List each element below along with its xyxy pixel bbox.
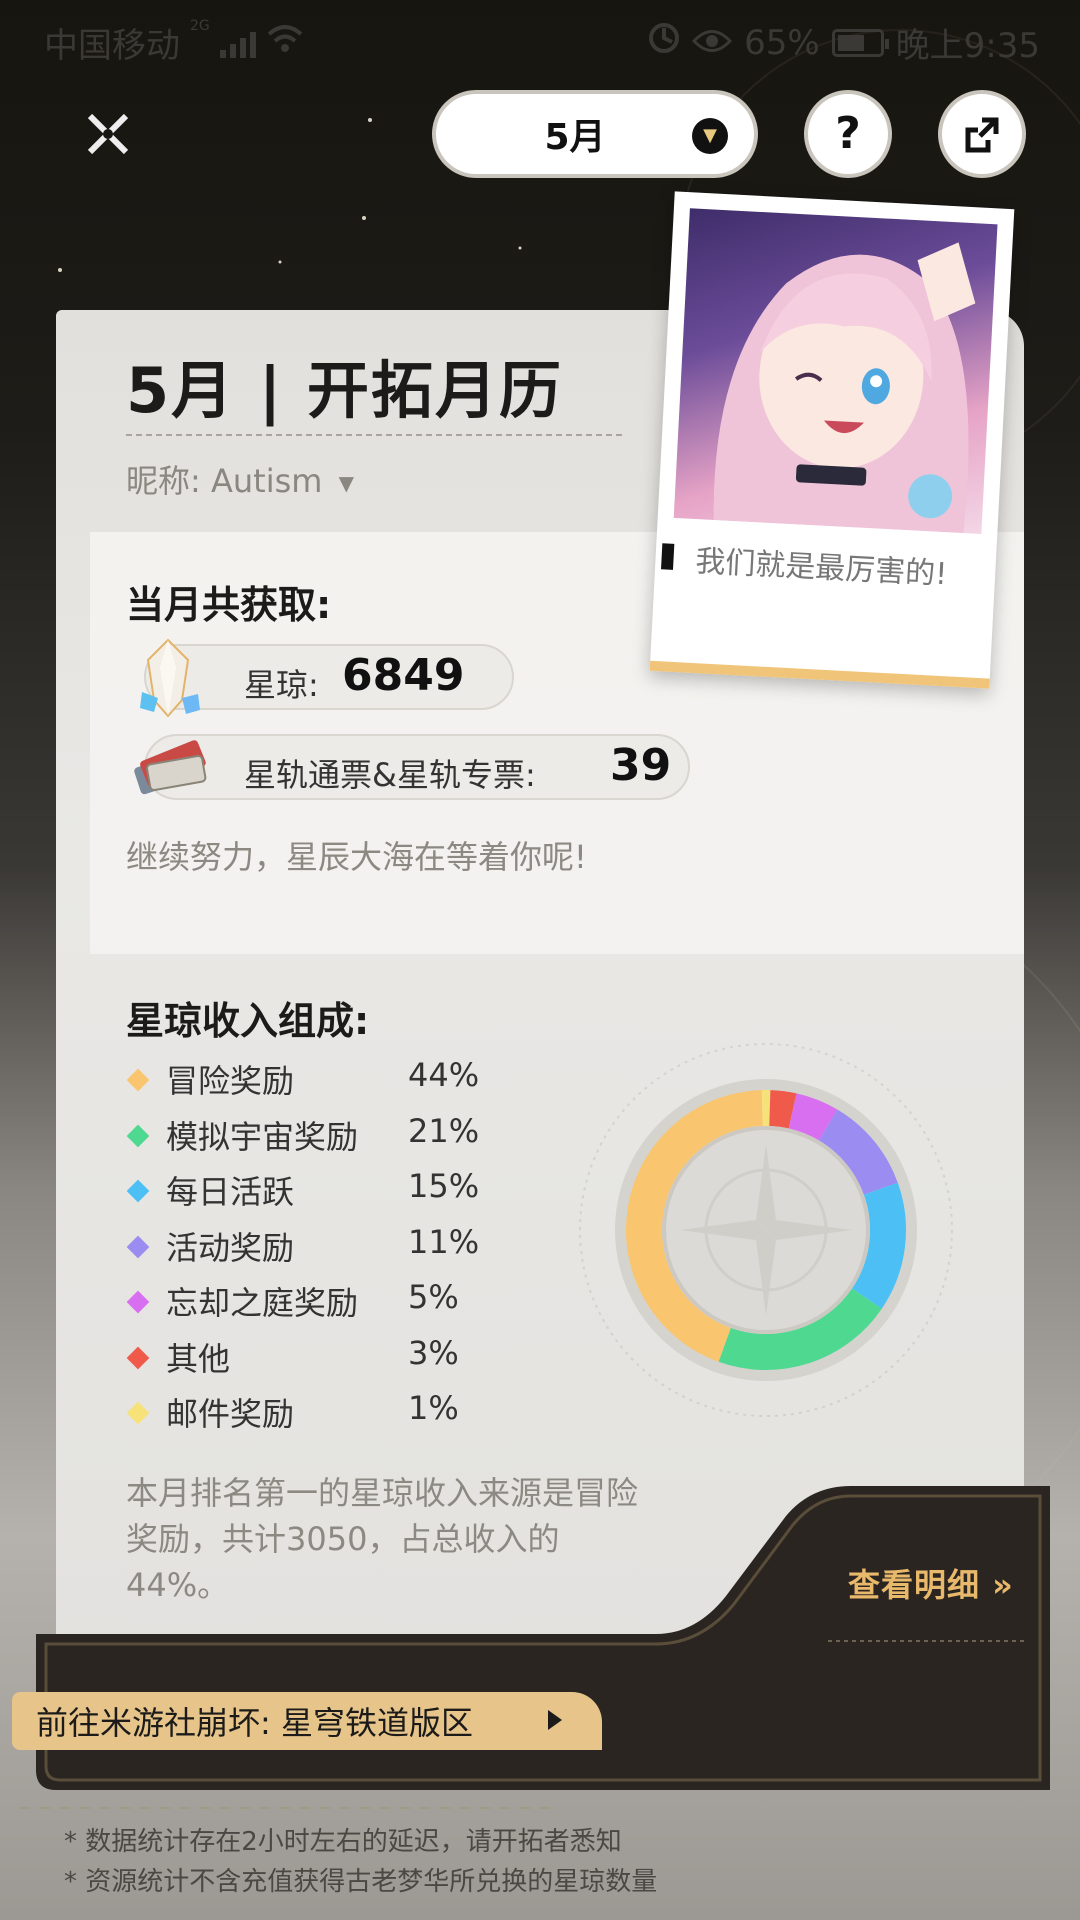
legend-swatch [126,1235,150,1258]
data-saver-icon [648,22,680,63]
month-selector-label: 5月 [544,117,606,158]
footnote-exclusion: * 资源统计不含充值获得古老梦华所兑换的星琼数量 [64,1867,658,1897]
carrier-text: 中国移动 [44,26,180,66]
play-arrow-icon [548,1710,562,1730]
battery-icon [831,28,889,57]
legend-label: 邮件奖励 [166,1395,295,1433]
legend-label: 活动奖励 [166,1228,295,1267]
footnote-delay: * 数据统计存在2小时左右的延迟，请开拓者悉知 [64,1827,622,1857]
signal-icon [219,28,256,58]
goto-forum-label: 前往米游社崩坏: 星穹铁道版区 [36,1704,473,1742]
nickname-label: 昵称: [126,462,201,500]
donut-svg [579,1043,953,1417]
legend-swatch [126,1179,150,1203]
legend-item: 忘却之庭奖励 5% [126,1276,526,1332]
details-divider [828,1640,1024,1642]
donut-slice [851,1182,906,1309]
goto-forum-button[interactable]: 前往米游社崩坏: 星穹铁道版区 [12,1692,602,1750]
legend-item: 活动奖励 11% [126,1221,526,1277]
legend-percent: 11% [408,1222,480,1261]
caption-marker [661,543,675,570]
stellar-jade-value: 6849 [342,650,465,701]
legend-item: 每日活跃 15% [126,1165,526,1221]
rail-pass-pill: 星轨通票&星轨专票: 39 [134,734,690,800]
chevron-down-icon: ▼ [692,118,728,154]
stellar-jade-pill: 星琼: 6849 [140,638,514,718]
rail-pass-label: 星轨通票&星轨专票: [244,756,536,794]
legend-label: 每日活跃 [166,1173,295,1211]
clock-time: 晚上9:35 [895,26,1040,66]
caret-down-icon: ▼ [338,471,354,495]
legend-swatch [126,1401,150,1425]
question-icon: ? [835,108,861,159]
legend-label: 其他 [166,1339,231,1378]
donut-slice [788,1093,838,1141]
legend-percent: 3% [408,1333,459,1372]
nickname-selector[interactable]: 昵称: Autism ▼ [126,456,354,502]
wifi-icon [266,23,304,63]
share-icon [965,117,999,153]
legend-item: 冒险奖励 44% [126,1054,526,1110]
eye-comfort-icon [691,23,733,63]
legend-swatch [126,1290,150,1314]
stellar-jade-label: 星琼: [244,666,319,704]
chart-legend: 冒险奖励 44% 模拟宇宙奖励 21% 每日活跃 15% 活动奖励 11% 忘却之庭奖励 5% 其他… [126,1054,526,1443]
legend-swatch [126,1068,150,1092]
status-bar: 中国移动 2G 65% 晚上9:35 [0,0,1080,76]
income-heading: 当月共获取: [126,583,332,627]
legend-label: 忘却之庭奖励 [166,1284,359,1322]
legend-item: 模拟宇宙奖励 21% [126,1110,526,1166]
rail-pass-icon [134,740,207,795]
rail-pass-value: 39 [610,740,672,791]
nickname-value: Autism [210,462,323,500]
view-details-link[interactable]: 查看明细 » [848,1560,1014,1606]
character-polaroid: 我们就是最厉害的! [649,191,1015,689]
encouragement-text: 继续努力，星辰大海在等着你呢! [126,838,587,876]
legend-percent: 1% [408,1389,459,1427]
legend-percent: 15% [408,1167,480,1205]
stellar-jade-icon [140,638,200,718]
legend-percent: 44% [408,1056,480,1094]
close-icon [87,113,129,155]
income-donut-chart [576,1040,956,1420]
legend-item: 邮件奖励 1% [126,1387,526,1443]
polaroid-caption: 我们就是最厉害的! [694,544,949,593]
legend-label: 冒险奖励 [166,1062,295,1100]
share-button[interactable] [938,90,1026,178]
legend-percent: 21% [408,1111,480,1150]
month-selector[interactable]: 5月 ▼ [432,90,758,178]
help-button[interactable]: ? [804,90,892,178]
battery-percent: 65% [744,22,820,63]
close-button[interactable] [72,98,144,170]
legend-item: 其他 3% [126,1332,526,1388]
title-divider [126,434,626,436]
legend-swatch [126,1346,150,1369]
legend-label: 模拟宇宙奖励 [166,1117,359,1156]
character-portrait [673,208,998,534]
composition-heading: 星琼收入组成: [126,999,370,1043]
footnotes: * 数据统计存在2小时左右的延迟，请开拓者悉知 * 资源统计不含充值获得古老梦华… [64,1822,657,1902]
card-title: 5月 | 开拓月历 [126,354,563,427]
legend-swatch [126,1124,150,1147]
donut-slice [768,1090,797,1129]
legend-percent: 5% [408,1278,459,1316]
network-type: 2G [190,18,210,34]
